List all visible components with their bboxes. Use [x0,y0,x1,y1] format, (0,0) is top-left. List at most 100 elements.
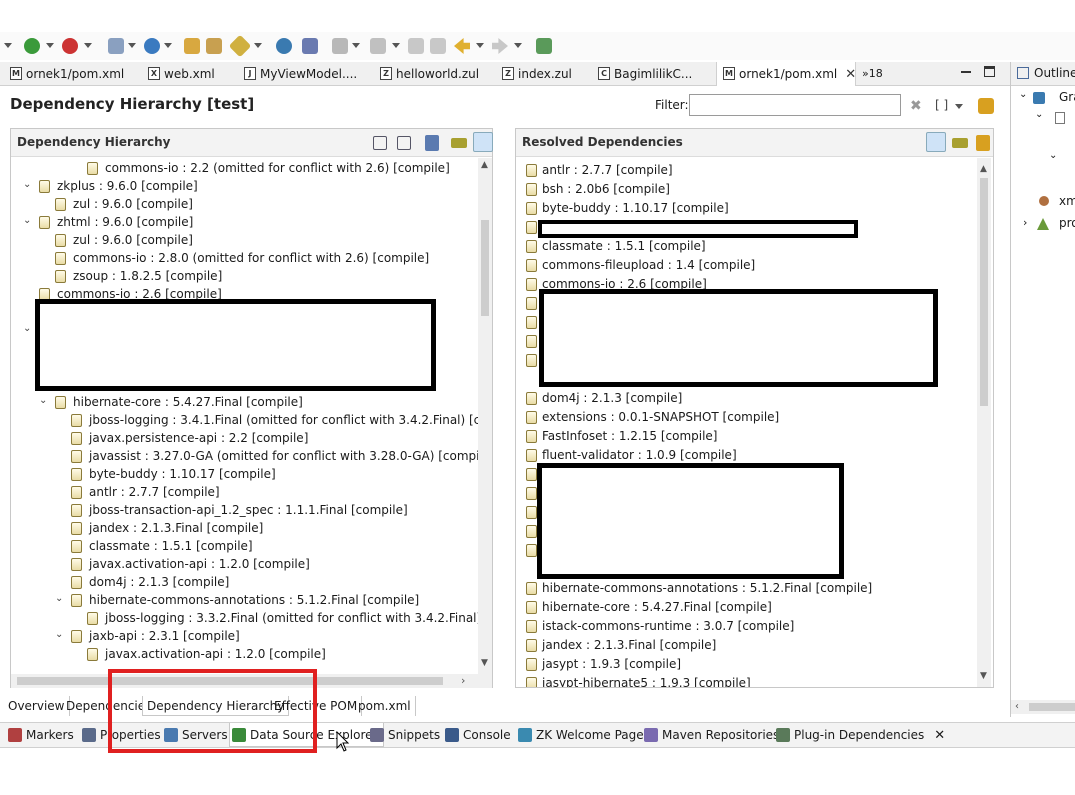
tree-row[interactable]: ⌄ zhtml : 9.6.0 [compile] [21,213,193,231]
editor-tab-0[interactable]: Mornek1/pom.xml [4,62,124,86]
scroll-thumb[interactable] [980,178,988,406]
tree-row[interactable]: dom4j : 2.1.3 [compile] [69,573,229,591]
list-item[interactable]: byte-buddy : 1.10.17 [compile] [526,199,729,217]
tree-row[interactable]: zsoup : 1.8.2.5 [compile] [53,267,222,285]
tree-row[interactable]: jandex : 2.1.3.Final [compile] [69,519,263,537]
editor-tab-2[interactable]: J MyViewModel.... [238,62,357,86]
tree-row[interactable]: javax.activation-api : 1.2.0 [compile] [69,555,310,573]
globe-icon[interactable] [276,38,292,54]
outline-item-xml[interactable]: xm [1059,194,1075,208]
tab-markers[interactable]: Markers [6,723,74,747]
scroll-up-icon[interactable]: ▲ [481,160,488,170]
list-item[interactable]: hibernate-core : 5.4.27.Final [compile] [526,598,772,616]
list-item[interactable]: extensions : 0.0.1-SNAPSHOT [compile] [526,408,779,426]
scroll-thumb[interactable] [481,220,489,316]
editor-tab-4[interactable]: Zindex.zul [496,62,572,86]
filter-input[interactable] [689,94,901,116]
tree-row[interactable]: jboss-logging : 3.3.2.Final (omitted for… [85,609,478,627]
toggle-link-icon[interactable] [976,135,990,151]
tree-row[interactable]: ⌄ jaxb-api : 2.3.1 [compile] [53,627,240,645]
list-item[interactable]: commons-fileupload : 1.4 [compile] [526,256,755,274]
list-item[interactable]: jandex : 2.1.3.Final [compile] [526,636,716,654]
tree-row[interactable]: commons-io : 2.2 (omitted for conflict w… [85,159,450,177]
scroll-up-icon[interactable]: ▲ [980,164,987,174]
outline-horizontal-scrollbar[interactable]: ‹ [1011,700,1075,714]
tree-row[interactable]: antlr : 2.7.7 [compile] [69,483,220,501]
editor-tab-5[interactable]: C BagimlilikC... [592,62,692,86]
annotation-icon[interactable] [332,38,348,54]
filter-dropdown-icon[interactable] [955,104,963,109]
scroll-thumb[interactable] [1029,703,1075,711]
list-item[interactable]: FastInfoset : 1.2.15 [compile] [526,427,717,445]
debug-dropdown-icon[interactable] [84,43,92,48]
tab-console[interactable]: Console [443,723,511,747]
chevron-down-icon[interactable]: ⌄ [39,396,49,406]
scroll-right-icon[interactable]: › [461,674,465,687]
list-item[interactable]: istack-commons-runtime : 3.0.7 [compile] [526,617,794,635]
show-groupid-icon[interactable] [952,138,968,148]
wand-dropdown-icon[interactable] [254,43,262,48]
tree-row[interactable]: zul : 9.6.0 [compile] [53,231,193,249]
run-dropdown-icon[interactable] [46,43,54,48]
outline-item-project[interactable]: pro [1059,216,1075,230]
tab-zk-welcome-page[interactable]: ZK Welcome Page [516,723,644,747]
expand-all-icon[interactable] [397,136,411,150]
debug-stop-icon[interactable] [62,38,78,54]
tab-pom-xml[interactable]: pom.xml [354,696,416,716]
wizard-dropdown-icon[interactable] [164,43,172,48]
editor-tab-3[interactable]: Zhelloworld.zul [374,62,479,86]
tab-snippets[interactable]: Snippets [368,723,440,747]
tree-row[interactable]: jboss-logging : 3.4.1.Final (omitted for… [69,411,478,429]
chevron-down-icon[interactable]: ⌄ [1035,109,1043,120]
tree-row[interactable]: ⌄ hibernate-core : 5.4.27.Final [compile] [37,393,303,411]
maximize-icon[interactable] [984,66,995,77]
list-item[interactable]: fluent-validator : 1.0.9 [compile] [526,446,737,464]
chevron-down-icon[interactable]: ⌄ [23,180,33,190]
toggle-link-icon[interactable] [473,132,493,152]
tree-row[interactable]: classmate : 1.5.1 [compile] [69,537,253,555]
tree-row[interactable]: ⌄ zkplus : 9.6.0 [compile] [21,177,198,195]
new-dropdown-icon[interactable] [128,43,136,48]
list-item[interactable]: classmate : 1.5.1 [compile] [526,237,706,255]
editor-tab-1[interactable]: Xweb.xml [142,62,215,86]
chevron-down-icon[interactable]: ⌄ [23,216,33,226]
scroll-left-icon[interactable]: ‹ [1015,701,1019,712]
minimize-icon[interactable] [961,71,971,73]
forward-dropdown-icon[interactable] [514,43,522,48]
tab-overview[interactable]: Overview [4,696,70,716]
clear-filter-icon[interactable]: ✖ [910,98,922,114]
list-item[interactable]: hibernate-commons-annotations : 5.1.2.Fi… [526,579,872,597]
refresh-icon[interactable] [978,98,994,114]
filter-options-icon[interactable]: [ ] [935,98,948,112]
dropdown-arrow-icon[interactable] [4,43,12,48]
chevron-down-icon[interactable]: ⌄ [55,630,65,640]
chevron-right-icon[interactable]: › [1023,216,1027,229]
new-server-icon[interactable] [108,38,124,54]
tab-plugin-dependencies[interactable]: Plug-in Dependencies ✕ [774,723,945,747]
list-item[interactable]: jasypt-hibernate5 : 1.9.3 [compile] [526,674,751,687]
tree-row[interactable]: javassist : 3.27.0-GA (omitted for confl… [69,447,478,465]
open-folder-icon[interactable] [184,38,200,54]
outline-item-graph[interactable]: Gra [1059,90,1075,104]
tree-row[interactable]: commons-io : 2.8.0 (omitted for conflict… [53,249,429,267]
list-item[interactable]: antlr : 2.7.7 [compile] [526,161,673,179]
new-wizard-icon[interactable] [144,38,160,54]
chevron-down-icon[interactable]: ⌄ [1019,89,1027,100]
sort-az-icon[interactable] [425,135,439,151]
last-edit-icon[interactable] [408,38,424,54]
back-dropdown-icon[interactable] [476,43,484,48]
list-item[interactable]: jasypt : 1.9.3 [compile] [526,655,681,673]
annotation-dropdown-icon[interactable] [352,43,360,48]
list-item[interactable]: dom4j : 2.1.3 [compile] [526,389,682,407]
run-icon[interactable] [24,38,40,54]
chevron-down-icon[interactable]: ⌄ [23,324,33,334]
scroll-down-icon[interactable]: ▼ [980,671,987,681]
sort-az-icon[interactable] [926,132,946,152]
collapse-all-icon[interactable] [373,136,387,150]
chevron-down-icon[interactable]: ⌄ [55,594,65,604]
tree-row[interactable]: ⌄ hibernate-commons-annotations : 5.1.2.F… [53,591,419,609]
back-arrow-icon[interactable] [454,38,470,54]
next-annotation-icon[interactable] [370,38,386,54]
tree-row[interactable]: byte-buddy : 1.10.17 [compile] [69,465,276,483]
list-item[interactable]: bsh : 2.0b6 [compile] [526,180,670,198]
